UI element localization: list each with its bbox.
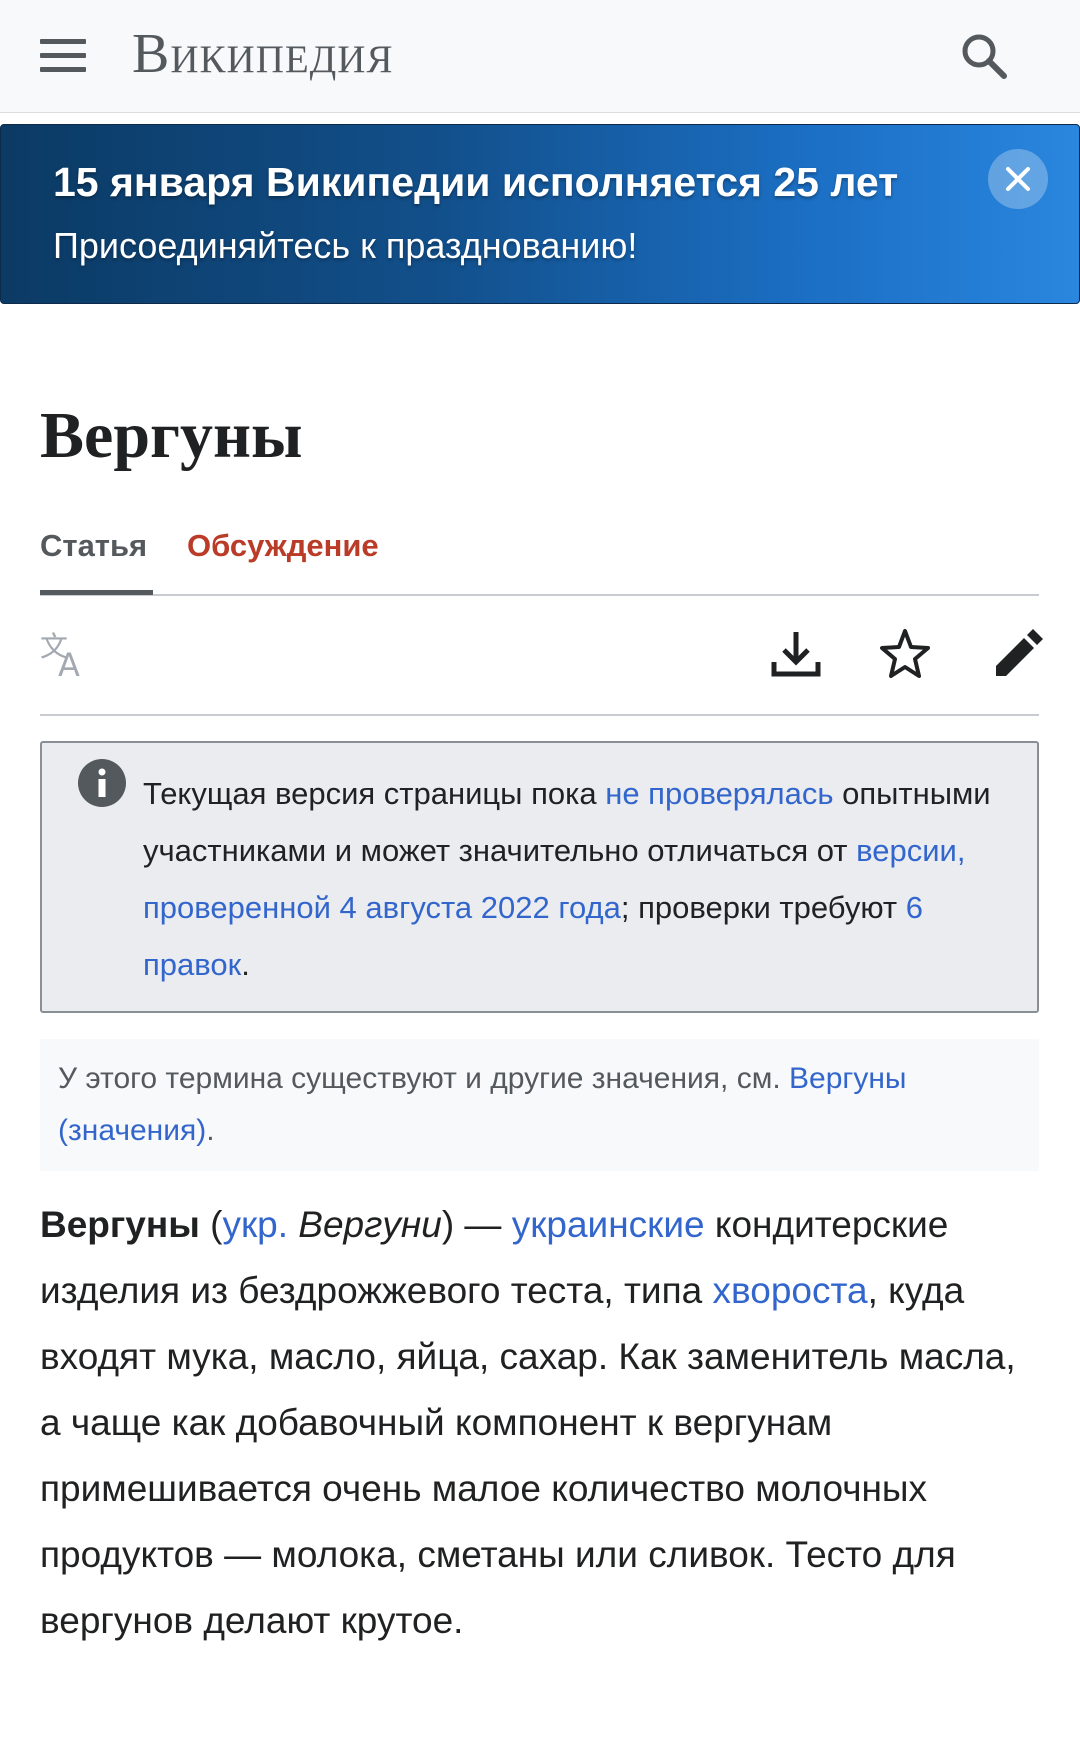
unreviewed-version-notice: Текущая версия страницы пока не проверял…: [40, 741, 1039, 1013]
article-paragraph: Вергуны (укр. Вергуни) — украинские конд…: [40, 1192, 1040, 1654]
banner-subtitle: Присоединяйтесь к празднованию!: [53, 225, 638, 266]
download-icon[interactable]: [768, 626, 824, 682]
ukrainian-link[interactable]: украинские: [512, 1204, 705, 1245]
text-span: , куда входят мука, масло, яйца, сахар. …: [40, 1270, 1016, 1641]
page-actions-toolbar: 文 A: [40, 596, 1043, 716]
khvorost-link[interactable]: хвороста: [713, 1270, 868, 1311]
anniversary-banner[interactable]: 15 января Википедии исполняется 25 лет П…: [0, 124, 1080, 304]
tab-article[interactable]: Статья: [40, 528, 153, 595]
not-reviewed-link[interactable]: не проверялась: [605, 776, 833, 811]
hatnote-end: .: [206, 1114, 215, 1147]
star-icon[interactable]: [877, 626, 933, 682]
close-icon[interactable]: [988, 149, 1048, 209]
ukrainian-language-link[interactable]: укр.: [222, 1204, 288, 1245]
ukrainian-term: Вергуни: [288, 1204, 442, 1245]
svg-text:A: A: [58, 646, 80, 682]
top-header: Википедия: [0, 0, 1080, 113]
search-icon[interactable]: [958, 30, 1010, 82]
info-icon: [77, 758, 127, 808]
hatnote-text: У этого термина существуют и другие знач…: [58, 1062, 790, 1095]
wikipedia-wordmark[interactable]: Википедия: [132, 22, 393, 86]
notice-text-part: ; проверки требуют: [620, 890, 906, 925]
hamburger-menu-icon[interactable]: [40, 34, 90, 78]
notice-text: Текущая версия страницы пока не проверял…: [143, 765, 1003, 993]
page-tabs: Статья Обсуждение: [40, 528, 1039, 596]
notice-text-part: .: [241, 947, 250, 982]
notice-text-part: Текущая версия страницы пока: [143, 776, 606, 811]
text-span: ) —: [441, 1204, 512, 1245]
banner-title: 15 января Википедии исполняется 25 лет: [53, 159, 899, 205]
tab-talk[interactable]: Обсуждение: [187, 528, 379, 564]
text-span: (: [199, 1204, 223, 1245]
page-title: Вергуны: [40, 399, 303, 472]
disambiguation-hatnote: У этого термина существуют и другие знач…: [40, 1039, 1039, 1171]
article-term: Вергуны: [40, 1204, 200, 1245]
edit-pencil-icon[interactable]: [988, 626, 1044, 682]
language-icon[interactable]: 文 A: [40, 626, 96, 684]
